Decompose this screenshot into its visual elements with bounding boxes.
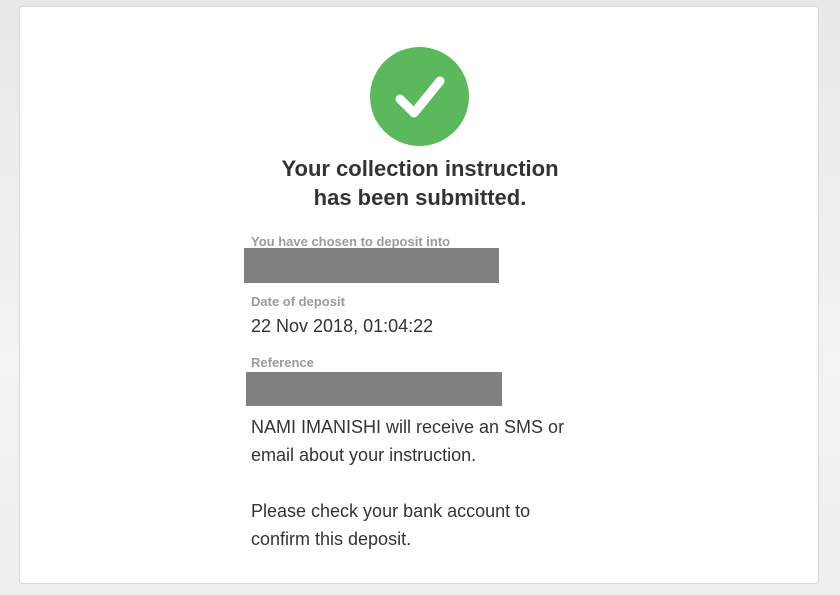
deposit-into-label: You have chosen to deposit into — [251, 234, 451, 249]
date-of-deposit-value: 22 Nov 2018, 01:04:22 — [251, 316, 434, 336]
sms-notice-line-2: email about your instruction. — [251, 445, 477, 465]
redacted-reference — [246, 372, 502, 406]
reference-label: Reference — [251, 355, 314, 370]
confirmation-headline: Your collection instruction has been sub… — [220, 154, 620, 212]
headline-line-2: has been submitted. — [313, 185, 527, 210]
date-of-deposit-label: Date of deposit — [251, 294, 345, 309]
success-check-badge — [370, 47, 469, 146]
sms-notice-line-1: NAMI IMANISHI will receive an SMS or — [251, 417, 565, 437]
check-account-notice: Please check your bank account to confir… — [251, 497, 591, 553]
sms-notice: NAMI IMANISHI will receive an SMS or ema… — [251, 413, 591, 469]
checkmark-icon — [390, 67, 450, 127]
check-notice-line-1: Please check your bank account to — [251, 501, 531, 521]
check-notice-line-2: confirm this deposit. — [251, 529, 412, 549]
redacted-account — [244, 248, 499, 283]
headline-line-1: Your collection instruction — [281, 156, 559, 181]
confirmation-card: Your collection instruction has been sub… — [19, 6, 819, 584]
